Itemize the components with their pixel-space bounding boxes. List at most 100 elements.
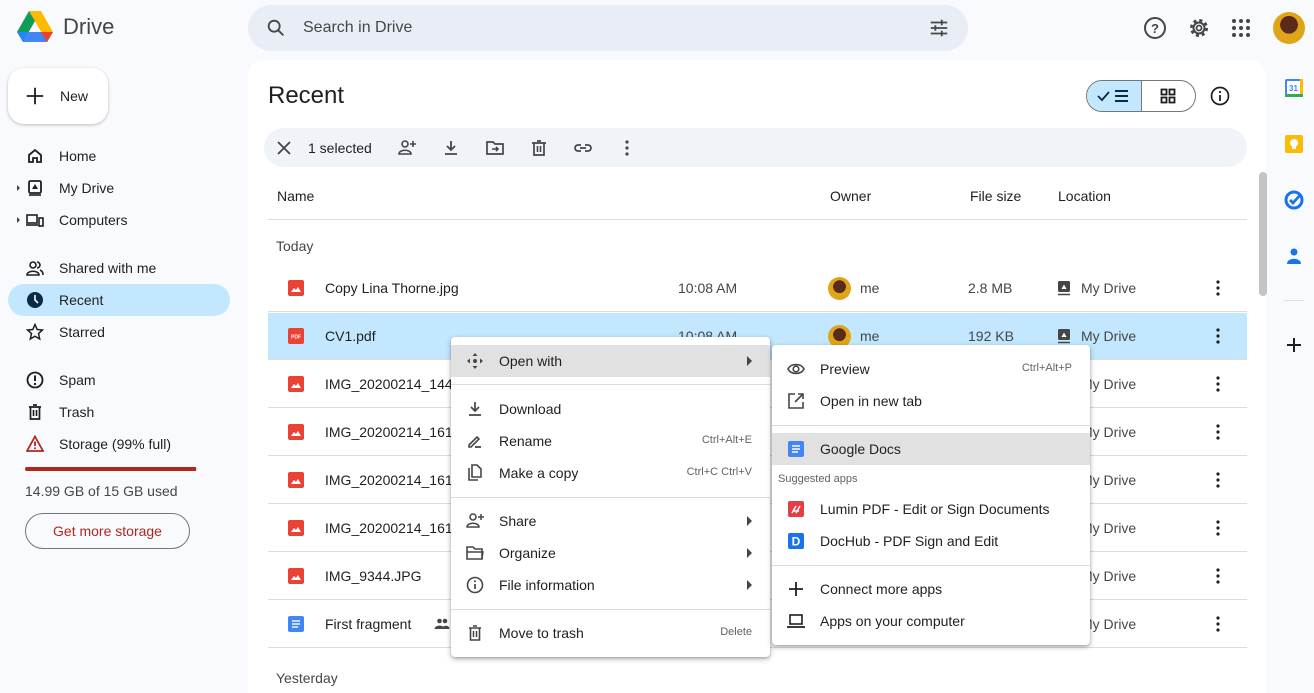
trash-icon [29,404,41,420]
menu-item-lumin-pdf[interactable]: Lumin PDF - Edit or Sign Documents [772,493,1090,525]
clear-selection-icon[interactable] [274,138,294,158]
move-to-folder-icon[interactable] [485,138,505,158]
svg-text:PDF: PDF [291,335,301,341]
file-name[interactable]: IMG_20200214_161 [325,472,453,488]
menu-item-dochub[interactable]: D DocHub - PDF Sign and Edit [772,525,1090,557]
file-name[interactable]: CV1.pdf [325,328,376,344]
drive-logo[interactable]: Drive [16,10,114,44]
settings-icon[interactable] [1187,16,1211,40]
sidebar-item-spam[interactable]: Spam [8,364,230,396]
sidebar-item-my-drive[interactable]: My Drive [8,172,230,204]
info-icon [466,576,484,594]
sidebar-item-recent[interactable]: Recent [8,284,230,316]
sidebar-item-label: Spam [59,372,96,388]
menu-item-download[interactable]: Download [451,393,770,425]
warning-icon [26,435,44,452]
help-icon[interactable]: ? [1143,16,1167,40]
share-icon [466,513,484,528]
menu-item-label: Connect more apps [820,581,943,597]
details-info-icon[interactable] [1210,86,1230,106]
menu-item-label: Lumin PDF - Edit or Sign Documents [820,501,1050,517]
storage-progress-bar [25,467,198,471]
computers-icon [26,214,44,227]
column-header-location[interactable]: Location [1058,188,1111,204]
more-actions-icon[interactable] [617,138,637,158]
sidebar-item-home[interactable]: Home [8,140,230,172]
clock-icon [27,292,43,308]
file-name[interactable]: Copy Lina Thorne.jpg [325,280,459,296]
sidebar-item-label: Home [59,148,97,164]
more-actions-icon[interactable] [1208,374,1228,394]
search-options-icon[interactable] [928,17,950,39]
sidebar-item-shared-with-me[interactable]: Shared with me [8,252,230,284]
menu-item-rename[interactable]: Rename Ctrl+Alt+E [451,425,770,457]
menu-item-google-docs[interactable]: Google Docs [772,433,1090,465]
sidebar-item-label: Storage (99% full) [59,436,172,452]
context-menu: Open with Download Rename Ctrl+Alt+E Mak… [451,337,770,657]
menu-item-open-in-new-tab[interactable]: Open in new tab [772,385,1090,417]
menu-item-connect-more-apps[interactable]: Connect more apps [772,573,1090,605]
view-toggle[interactable] [1086,80,1196,112]
menu-item-preview[interactable]: Preview Ctrl+Alt+P [772,353,1090,385]
calendar-icon[interactable]: 31 [1284,78,1304,98]
search-bar[interactable]: Search in Drive [248,5,968,51]
sidebar-item-trash[interactable]: Trash [8,396,230,428]
file-name[interactable]: IMG_9344.JPG [325,568,422,584]
file-row[interactable]: Copy Lina Thorne.jpg 10:08 AM me 2.8 MB My D… [268,265,1247,312]
expand-caret-icon[interactable] [17,217,20,223]
copy-link-icon[interactable] [573,138,593,158]
menu-item-share[interactable]: Share [451,505,770,537]
add-addon-icon[interactable] [1284,335,1304,355]
tasks-icon[interactable] [1284,190,1304,210]
more-actions-icon[interactable] [1208,566,1228,586]
more-actions-icon[interactable] [1208,278,1228,298]
get-more-storage-button[interactable]: Get more storage [25,513,190,549]
file-name[interactable]: IMG_20200214_144 [325,376,453,392]
menu-item-make-a-copy[interactable]: Make a copy Ctrl+C Ctrl+V [451,457,770,489]
column-header-file-size[interactable]: File size [970,188,1021,204]
more-actions-icon[interactable] [1208,470,1228,490]
trash-icon[interactable] [529,138,549,158]
rail-divider [1284,300,1304,301]
selected-count: 1 selected [308,140,372,156]
file-name[interactable]: First fragment [325,616,411,632]
file-location[interactable]: My Drive [1081,280,1136,296]
scrollbar-thumb[interactable] [1259,172,1267,296]
folder-icon [466,546,484,560]
menu-item-shortcut: Ctrl+C Ctrl+V [686,466,752,478]
more-actions-icon[interactable] [1208,422,1228,442]
menu-item-apps-on-your-computer[interactable]: Apps on your computer [772,605,1090,637]
share-icon[interactable] [397,138,417,158]
submenu-arrow-icon [747,548,752,558]
search-icon[interactable] [265,17,287,39]
file-location[interactable]: My Drive [1081,328,1136,344]
search-input[interactable]: Search in Drive [303,19,412,37]
column-header-owner[interactable]: Owner [830,188,871,204]
menu-item-organize[interactable]: Organize [451,537,770,569]
section-today: Today [276,238,314,254]
apps-grid-icon[interactable] [1229,16,1253,40]
menu-item-label: Make a copy [499,465,579,481]
column-header-name[interactable]: Name [277,188,314,204]
last-opened-time: 10:08 AM [678,280,738,296]
account-avatar[interactable] [1273,12,1305,44]
more-actions-icon[interactable] [1208,326,1228,346]
file-name[interactable]: IMG_20200214_161 [325,424,453,440]
download-icon[interactable] [441,138,461,158]
more-actions-icon[interactable] [1208,614,1228,634]
menu-item-move-to-trash[interactable]: Move to trash Delete [451,617,770,649]
contacts-icon[interactable] [1284,246,1304,266]
sidebar-item-storage[interactable]: Storage (99% full) [8,428,230,460]
list-view-button[interactable] [1087,81,1142,111]
sidebar-item-computers[interactable]: Computers [8,204,230,236]
menu-item-file-information[interactable]: File information [451,569,770,601]
sidebar-item-starred[interactable]: Starred [8,316,230,348]
file-name[interactable]: IMG_20200214_161 [325,520,453,536]
keep-icon[interactable] [1284,134,1304,154]
menu-item-open-with[interactable]: Open with [451,345,770,377]
new-button[interactable]: New [8,68,108,124]
home-icon [28,148,42,163]
more-actions-icon[interactable] [1208,518,1228,538]
expand-caret-icon[interactable] [17,185,20,191]
grid-view-button[interactable] [1142,81,1196,111]
